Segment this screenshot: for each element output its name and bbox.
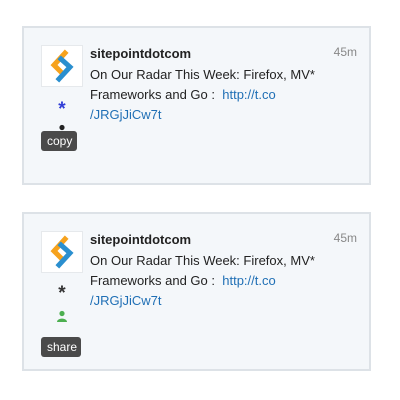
tweet-text-line-1: On Our Radar This Week: Firefox, MV* [90,253,315,268]
person-icon[interactable] [56,309,68,322]
tweet-card[interactable]: sitepointdotcom 45m On Our Radar This We… [22,212,371,371]
asterisk-star-icon[interactable]: * [55,284,69,303]
tweet-text: On Our Radar This Week: Firefox, MV* Fra… [90,65,360,125]
tweet-text-line-2: Frameworks and Go : http://t.co [90,85,360,105]
tweet-card[interactable]: sitepointdotcom 45m On Our Radar This We… [22,26,371,185]
tweet-text: On Our Radar This Week: Firefox, MV* Fra… [90,251,360,311]
tweet-link-part-2[interactable]: /JRGjJiCw7t [90,105,360,125]
copy-button[interactable]: copy [41,131,77,151]
tweet-username[interactable]: sitepointdotcom [90,232,191,247]
tweet-link-part-1[interactable]: http://t.co [222,273,275,288]
sitepoint-logo-icon[interactable] [41,231,83,273]
tweet-text-line-1: On Our Radar This Week: Firefox, MV* [90,67,315,82]
asterisk-star-icon[interactable]: * [55,100,69,119]
tweet-link-part-1[interactable]: http://t.co [222,87,275,102]
share-button[interactable]: share [41,337,81,357]
sitepoint-logo-icon[interactable] [41,45,83,87]
tweet-timestamp: 45m [333,45,357,59]
tweet-link-part-2[interactable]: /JRGjJiCw7t [90,291,360,311]
tweet-text-line-2: Frameworks and Go : http://t.co [90,271,360,291]
tweet-username[interactable]: sitepointdotcom [90,46,191,61]
tweet-text-line-2-prefix: Frameworks and Go : [90,273,215,288]
tweet-timestamp: 45m [333,231,357,245]
tweet-text-line-2-prefix: Frameworks and Go : [90,87,215,102]
